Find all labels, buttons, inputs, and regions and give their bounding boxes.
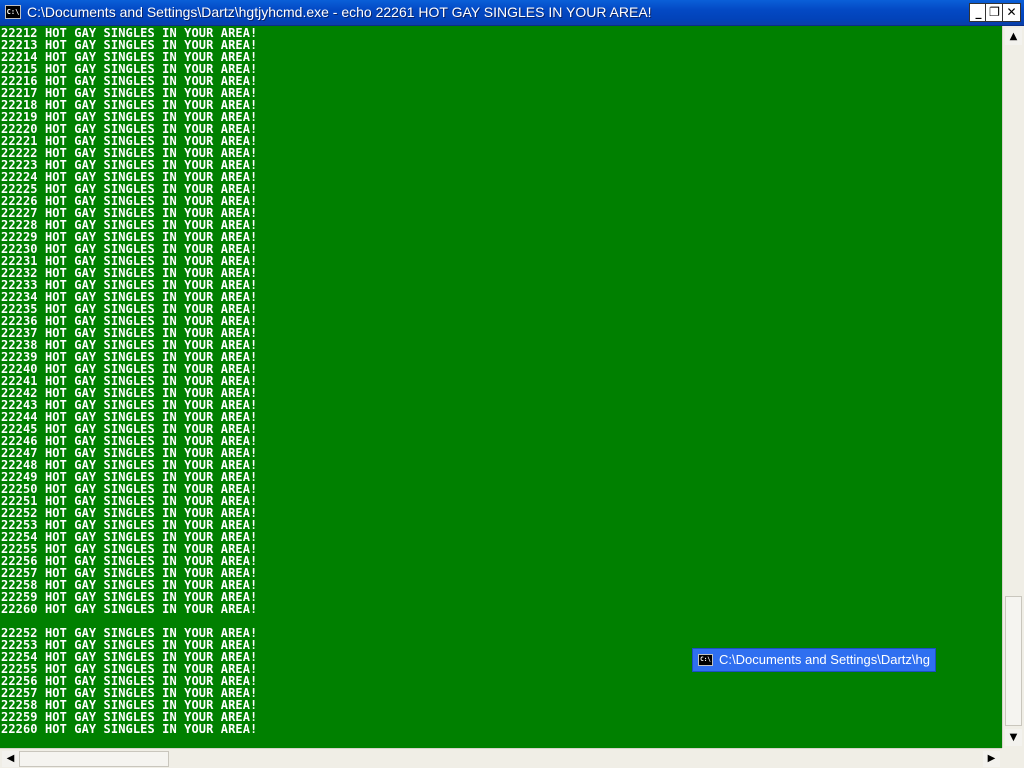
console-line: 22245 HOT GAY SINGLES IN YOUR AREA! — [1, 422, 258, 436]
console-line: 22230 HOT GAY SINGLES IN YOUR AREA! — [1, 242, 258, 256]
scroll-right-icon[interactable]: ▶ — [983, 751, 1000, 767]
console-line: 22256 HOT GAY SINGLES IN YOUR AREA! — [1, 674, 258, 688]
console-line: 22218 HOT GAY SINGLES IN YOUR AREA! — [1, 98, 258, 112]
console-line: 22237 HOT GAY SINGLES IN YOUR AREA! — [1, 326, 258, 340]
console-line: 22225 HOT GAY SINGLES IN YOUR AREA! — [1, 182, 258, 196]
console-line: 22233 HOT GAY SINGLES IN YOUR AREA! — [1, 278, 258, 292]
console-icon[interactable]: C:\ — [5, 5, 21, 19]
console-line: 22257 HOT GAY SINGLES IN YOUR AREA! — [1, 686, 258, 700]
console-line: 22256 HOT GAY SINGLES IN YOUR AREA! — [1, 554, 258, 568]
console-line: 22236 HOT GAY SINGLES IN YOUR AREA! — [1, 314, 258, 328]
console-line: 22222 HOT GAY SINGLES IN YOUR AREA! — [1, 146, 258, 160]
title-bar[interactable]: C:\ C:\Documents and Settings\Dartz\hgtj… — [0, 0, 1024, 26]
console-line: 22242 HOT GAY SINGLES IN YOUR AREA! — [1, 386, 258, 400]
scroll-up-icon[interactable]: ▲ — [1005, 28, 1022, 45]
scroll-left-icon[interactable]: ◀ — [2, 751, 19, 767]
window-title: C:\Documents and Settings\Dartz\hgtjyhcm… — [27, 4, 652, 20]
console-output[interactable]: 22212 HOT GAY SINGLES IN YOUR AREA! 22213… — [0, 26, 1002, 748]
console-line: 22212 HOT GAY SINGLES IN YOUR AREA! — [1, 26, 258, 40]
console-line: 22247 HOT GAY SINGLES IN YOUR AREA! — [1, 446, 258, 460]
console-line: 22259 HOT GAY SINGLES IN YOUR AREA! — [1, 710, 258, 724]
console-line: 22241 HOT GAY SINGLES IN YOUR AREA! — [1, 374, 258, 388]
console-line: 22250 HOT GAY SINGLES IN YOUR AREA! — [1, 482, 258, 496]
console-line: 22244 HOT GAY SINGLES IN YOUR AREA! — [1, 410, 258, 424]
console-line: 22215 HOT GAY SINGLES IN YOUR AREA! — [1, 62, 258, 76]
console-line: 22234 HOT GAY SINGLES IN YOUR AREA! — [1, 290, 258, 304]
console-line: 22228 HOT GAY SINGLES IN YOUR AREA! — [1, 218, 258, 232]
console-line: 22252 HOT GAY SINGLES IN YOUR AREA! — [1, 626, 258, 640]
console-line: 22240 HOT GAY SINGLES IN YOUR AREA! — [1, 362, 258, 376]
console-line: 22214 HOT GAY SINGLES IN YOUR AREA! — [1, 50, 258, 64]
console-line: 22252 HOT GAY SINGLES IN YOUR AREA! — [1, 506, 258, 520]
console-line: 22216 HOT GAY SINGLES IN YOUR AREA! — [1, 74, 258, 88]
console-line: 22232 HOT GAY SINGLES IN YOUR AREA! — [1, 266, 258, 280]
tooltip-text: C:\Documents and Settings\Dartz\hg — [719, 652, 930, 667]
console-line: 22258 HOT GAY SINGLES IN YOUR AREA! — [1, 698, 258, 712]
console-line: 22246 HOT GAY SINGLES IN YOUR AREA! — [1, 434, 258, 448]
console-line: 22260 HOT GAY SINGLES IN YOUR AREA! — [1, 722, 258, 736]
taskbar-window-tooltip[interactable]: C:\ C:\Documents and Settings\Dartz\hg — [692, 648, 936, 672]
console-line: 22255 HOT GAY SINGLES IN YOUR AREA! — [1, 542, 258, 556]
console-line: 22224 HOT GAY SINGLES IN YOUR AREA! — [1, 170, 258, 184]
console-line: 22243 HOT GAY SINGLES IN YOUR AREA! — [1, 398, 258, 412]
horizontal-scrollbar[interactable]: ◀ ▶ — [0, 748, 1002, 768]
vertical-scrollbar[interactable]: ▲ ▼ — [1002, 26, 1024, 748]
console-line: 22260 HOT GAY SINGLES IN YOUR AREA! — [1, 602, 258, 616]
console-line: 22258 HOT GAY SINGLES IN YOUR AREA! — [1, 578, 258, 592]
console-line: 22253 HOT GAY SINGLES IN YOUR AREA! — [1, 518, 258, 532]
console-line: 22238 HOT GAY SINGLES IN YOUR AREA! — [1, 338, 258, 352]
console-line: 22221 HOT GAY SINGLES IN YOUR AREA! — [1, 134, 258, 148]
console-line: 22217 HOT GAY SINGLES IN YOUR AREA! — [1, 86, 258, 100]
console-line: 22257 HOT GAY SINGLES IN YOUR AREA! — [1, 566, 258, 580]
close-button[interactable]: ✕ — [1002, 3, 1021, 22]
console-line: 22251 HOT GAY SINGLES IN YOUR AREA! — [1, 494, 258, 508]
console-icon: C:\ — [698, 654, 713, 666]
console-line: 22249 HOT GAY SINGLES IN YOUR AREA! — [1, 470, 258, 484]
console-line: 22235 HOT GAY SINGLES IN YOUR AREA! — [1, 302, 258, 316]
horizontal-scroll-thumb[interactable] — [19, 751, 169, 767]
console-line: 22231 HOT GAY SINGLES IN YOUR AREA! — [1, 254, 258, 268]
console-line: 22229 HOT GAY SINGLES IN YOUR AREA! — [1, 230, 258, 244]
console-line: 22213 HOT GAY SINGLES IN YOUR AREA! — [1, 38, 258, 52]
console-line: 22259 HOT GAY SINGLES IN YOUR AREA! — [1, 590, 258, 604]
scroll-down-icon[interactable]: ▼ — [1005, 729, 1022, 746]
scrollbar-corner — [1002, 748, 1024, 768]
console-line: 22254 HOT GAY SINGLES IN YOUR AREA! — [1, 530, 258, 544]
console-line: 22223 HOT GAY SINGLES IN YOUR AREA! — [1, 158, 258, 172]
console-line: 22219 HOT GAY SINGLES IN YOUR AREA! — [1, 110, 258, 124]
console-line: 22239 HOT GAY SINGLES IN YOUR AREA! — [1, 350, 258, 364]
console-line: 22227 HOT GAY SINGLES IN YOUR AREA! — [1, 206, 258, 220]
console-line: 22220 HOT GAY SINGLES IN YOUR AREA! — [1, 122, 258, 136]
console-line: 22248 HOT GAY SINGLES IN YOUR AREA! — [1, 458, 258, 472]
console-line: 22226 HOT GAY SINGLES IN YOUR AREA! — [1, 194, 258, 208]
vertical-scroll-thumb[interactable] — [1005, 596, 1022, 726]
